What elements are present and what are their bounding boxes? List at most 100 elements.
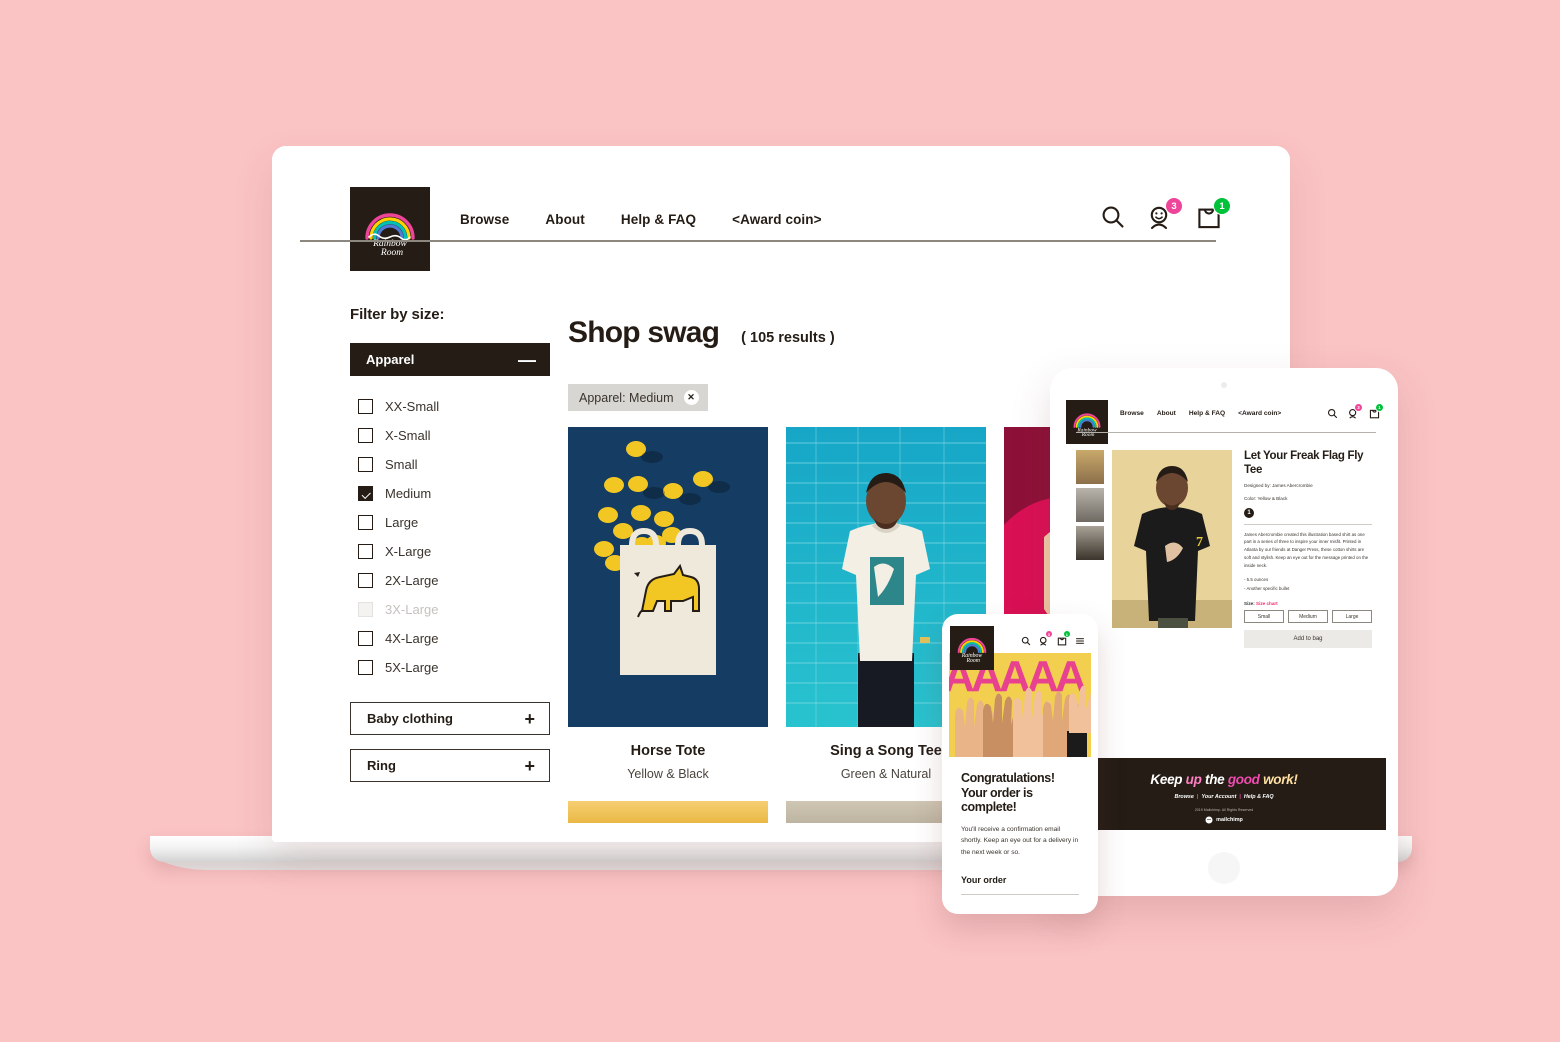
remove-filter-icon[interactable]: ✕ (683, 390, 699, 406)
add-to-bag-button[interactable]: Add to bag (1244, 630, 1372, 649)
size-label: Small (385, 457, 418, 472)
tablet-site-header: Rainbow Room Browse About Help & FAQ <Aw… (1062, 398, 1386, 444)
size-option-x-small[interactable]: X-Small (350, 421, 550, 450)
account-smiley-icon[interactable]: 3 (1148, 197, 1183, 230)
product-image-golden[interactable] (568, 801, 768, 824)
bag-badge-count: 1 (1062, 630, 1071, 639)
search-icon[interactable] (1021, 633, 1031, 646)
site-header: Rainbow Room Browse About Help & FAQ <Aw… (350, 187, 1231, 271)
filter-group-ring[interactable]: Ring + (350, 749, 550, 782)
size-label: 4X-Large (385, 631, 439, 646)
product-thumbnail[interactable] (1076, 450, 1104, 484)
active-filter-chip[interactable]: Apparel: Medium ✕ (568, 384, 708, 412)
checkbox-checked-icon[interactable] (358, 486, 373, 501)
footer-headline-part: Keep (1150, 772, 1186, 787)
page-title: Shop swag (568, 316, 720, 350)
filter-group-baby-clothing[interactable]: Baby clothing + (350, 702, 550, 735)
tablet-main-nav: Browse About Help & FAQ <Award coin> (1120, 410, 1281, 417)
checkbox-icon[interactable] (358, 515, 373, 530)
checkbox-icon[interactable] (358, 457, 373, 472)
phone-header-icon-group: 3 1 (1021, 630, 1085, 646)
size-option-x-large[interactable]: X-Large (350, 537, 550, 566)
tablet-camera-icon (1221, 382, 1227, 388)
size-label: 2X-Large (385, 573, 439, 588)
plus-icon: + (524, 755, 535, 776)
footer-link-browse[interactable]: Browse (1174, 794, 1193, 800)
nav-item-browse[interactable]: Browse (1120, 410, 1144, 417)
nav-item-about[interactable]: About (545, 212, 584, 227)
tablet-home-button[interactable] (1208, 852, 1240, 884)
account-smiley-icon[interactable]: 3 (1348, 403, 1363, 419)
account-badge-count: 3 (1354, 403, 1363, 412)
product-image-horse-tote[interactable] (568, 427, 768, 728)
shopping-bag-icon[interactable]: 1 (1369, 403, 1384, 419)
shopping-bag-icon[interactable]: 1 (1196, 197, 1231, 230)
footer-link-help-faq[interactable]: Help & FAQ (1244, 794, 1274, 800)
footer-link-your-account[interactable]: Your Account (1201, 794, 1236, 800)
checkbox-icon[interactable] (358, 399, 373, 414)
mailchimp-logo-label: mailchimp (1216, 817, 1243, 823)
rainbow-room-logo[interactable]: Rainbow Room (350, 187, 430, 271)
size-option-medium[interactable]: Medium (350, 479, 550, 508)
size-option-small[interactable]: Small (350, 450, 550, 479)
size-option-2x-large[interactable]: 2X-Large (350, 566, 550, 595)
size-option-5x-large[interactable]: 5X-Large (350, 653, 550, 682)
size-chart-link[interactable]: Size chart (1256, 601, 1278, 606)
checkbox-icon[interactable] (358, 573, 373, 588)
confirmation-body: You'll receive a confirmation email shor… (961, 825, 1079, 856)
bag-badge-count: 1 (1213, 197, 1231, 215)
nav-item-award-coin[interactable]: <Award coin> (732, 212, 821, 227)
search-icon[interactable] (1100, 204, 1126, 230)
size-label: 3X-Large (385, 602, 439, 617)
size-option-medium[interactable]: Medium (1288, 610, 1328, 624)
plus-icon: + (524, 708, 535, 729)
size-label: XX-Small (385, 399, 440, 414)
filter-group-apparel-label: Apparel (366, 352, 415, 367)
product-thumbnail[interactable] (1076, 488, 1104, 522)
product-color: Yellow & Black (627, 767, 709, 782)
shopping-bag-icon[interactable]: 1 (1057, 630, 1071, 646)
your-order-heading: Your order (961, 875, 1007, 886)
size-option-4x-large[interactable]: 4X-Large (350, 624, 550, 653)
size-option-xx-small[interactable]: XX-Small (350, 392, 550, 421)
divider (961, 894, 1079, 896)
product-info: Let Your Freak Flag Fly Tee Designed by:… (1240, 450, 1372, 649)
nav-item-award-coin[interactable]: <Award coin> (1238, 410, 1281, 417)
checkbox-icon[interactable] (358, 631, 373, 646)
mailchimp-logo: mailchimp (1062, 816, 1386, 824)
size-label: 5X-Large (385, 660, 439, 675)
nav-item-browse[interactable]: Browse (460, 212, 509, 227)
search-icon[interactable] (1327, 406, 1338, 419)
size-option-small[interactable]: Small (1244, 610, 1284, 624)
size-option-large[interactable]: Large (350, 508, 550, 537)
size-label: X-Small (385, 428, 431, 443)
size-label: Large (385, 515, 419, 530)
footer-headline: Keep up the good work! (1062, 758, 1386, 787)
filter-group-apparel[interactable]: Apparel — (350, 343, 550, 376)
confirmation-heading: Congratulations! Your order is complete! (961, 771, 1055, 815)
product-card[interactable]: Horse Tote Yellow & Black (568, 427, 768, 781)
checkbox-icon[interactable] (358, 544, 373, 559)
product-thumbnail[interactable] (1076, 526, 1104, 560)
product-title: Let Your Freak Flag Fly Tee (1244, 450, 1364, 476)
tablet-header-icon-group: 3 1 (1327, 403, 1384, 419)
account-smiley-icon[interactable]: 3 (1039, 630, 1053, 646)
rainbow-room-logo[interactable]: Rainbow Room (950, 626, 994, 670)
size-selector: Small Medium Large (1244, 610, 1372, 624)
nav-item-about[interactable]: About (1157, 410, 1176, 417)
footer-copyright: 2019 Mailchimp. All Rights Reserved (1194, 808, 1254, 812)
site-footer: Keep up the good work! Browse | Your Accou… (1062, 758, 1386, 830)
rainbow-room-logo[interactable]: Rainbow Room (1066, 400, 1108, 444)
nav-item-help-faq[interactable]: Help & FAQ (1189, 410, 1225, 417)
product-card[interactable] (568, 801, 768, 824)
divider (1244, 523, 1372, 525)
product-hero-image[interactable]: 7 (1112, 450, 1232, 628)
checkbox-icon[interactable] (358, 660, 373, 675)
size-option-large[interactable]: Large (1332, 610, 1372, 624)
nav-item-help-faq[interactable]: Help & FAQ (621, 212, 696, 227)
checkbox-icon[interactable] (358, 428, 373, 443)
footer-headline-part: work! (1263, 772, 1298, 787)
footer-headline-part: good (1227, 772, 1264, 787)
hamburger-menu-icon[interactable] (1075, 633, 1085, 644)
tablet-header-divider (1076, 432, 1376, 433)
